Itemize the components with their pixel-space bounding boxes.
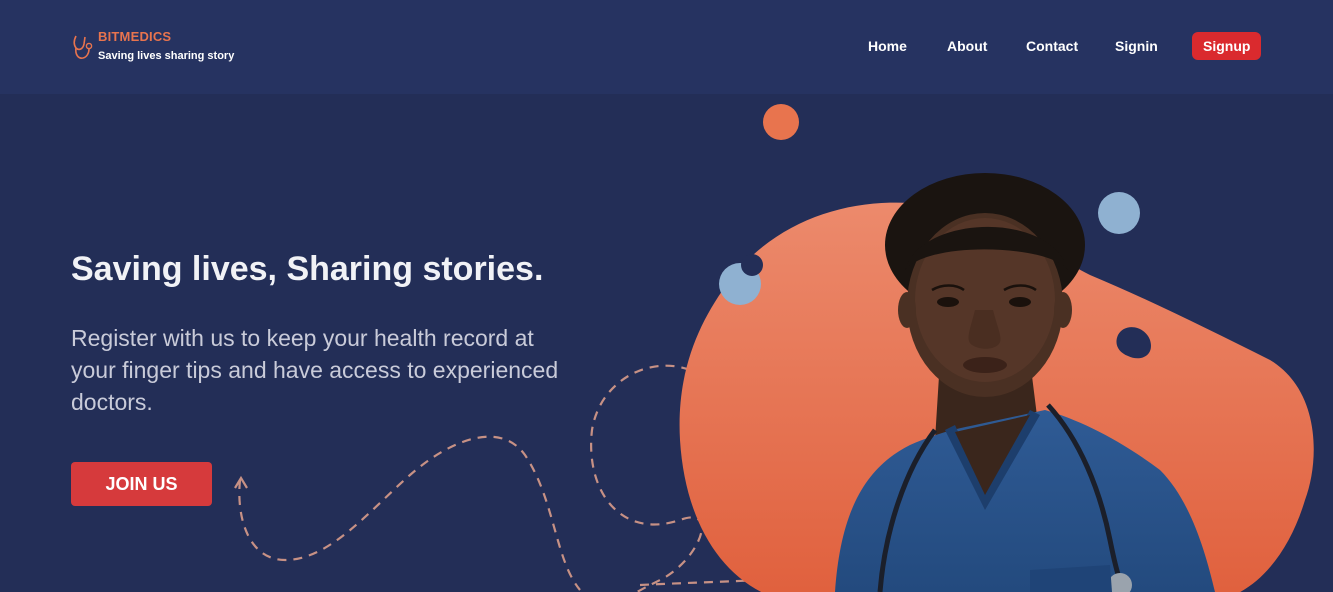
join-us-button[interactable]: JOIN US [71,462,212,506]
nav-home[interactable]: Home [868,38,907,54]
hero-subtitle: Register with us to keep your health rec… [71,325,559,415]
orange-blob [679,202,1314,592]
hero-title: Saving lives, Sharing stories. [71,250,544,288]
main-nav: Home About Contact Signin Signup [0,0,1333,94]
blob-cutout [741,254,763,276]
nav-contact[interactable]: Contact [1026,38,1078,54]
nav-signin[interactable]: Signin [1115,38,1158,54]
dashed-path [238,435,581,591]
orange-dot [763,104,799,140]
doctor-portrait [835,173,1215,592]
dashed-loop [590,364,703,592]
nav-about[interactable]: About [947,38,987,54]
dashed-loop-2 [639,578,761,587]
blue-dot-right [1098,192,1140,234]
blue-dot-left [719,263,761,305]
dashed-arrow-head [234,475,248,489]
blob-notch [1116,327,1151,359]
header: BITMEDICS Saving lives sharing story Hom… [0,0,1333,94]
signup-button[interactable]: Signup [1192,32,1262,60]
